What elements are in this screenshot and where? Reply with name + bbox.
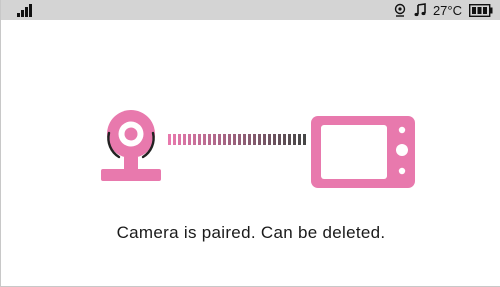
connector-segment [283,133,286,145]
pairing-connector [168,124,311,154]
connector-segment [213,133,216,145]
connector-segment [198,133,201,145]
connector-segment [188,133,191,145]
pairing-screen: Camera is paired. Can be deleted. [1,20,500,287]
connector-segment [218,133,221,145]
connector-segment [248,133,251,145]
connector-segment [268,133,271,145]
status-icons: 27°C [393,2,493,18]
connector-segment [273,133,276,145]
connector-segment [238,133,241,145]
connector-segment [173,133,176,145]
connector-segment [193,133,196,145]
connector-segment [183,133,186,145]
connector-segment [263,133,266,145]
connector-segment [278,133,281,145]
connector-segment [298,133,301,145]
connector-segment [208,133,211,145]
connector-segment [253,133,256,145]
connector-segment [243,133,246,145]
connector-segment [178,133,181,145]
connector-segment [288,133,291,145]
connector-segment [228,133,231,145]
connector-segment [203,133,206,145]
status-bar: 27°C [1,0,500,20]
signal-strength-icon [17,4,33,17]
monitor-icon [311,116,415,188]
battery-icon [469,3,493,17]
connector-segment [168,133,171,145]
connector-segment [258,133,261,145]
connector-segment [293,133,296,145]
camera-icon [101,110,161,181]
music-note-icon [414,3,426,17]
connector-segment [233,133,236,145]
device-screen: 27°C Camera is paired. Can be deleted. [0,0,500,287]
connector-segment [303,133,306,145]
connector-segment [223,133,226,145]
pairing-status-message: Camera is paired. Can be deleted. [116,223,386,242]
camera-status-icon [394,3,406,17]
temperature-readout: 27°C [432,2,462,18]
